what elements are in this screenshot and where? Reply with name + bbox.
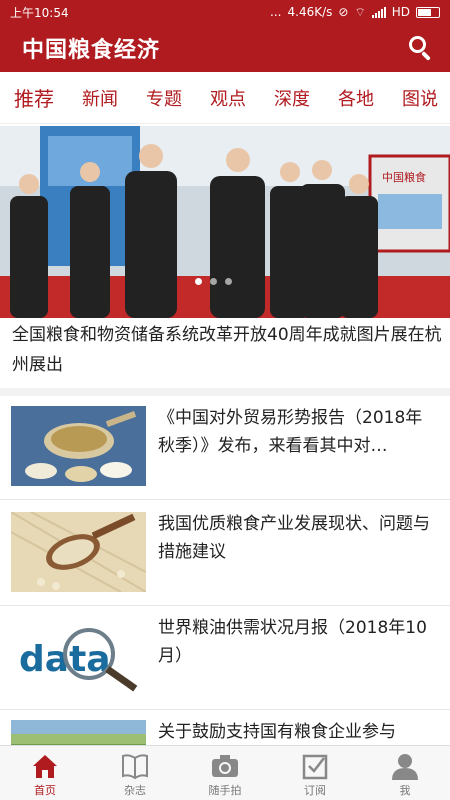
article-item[interactable]: 我国优质粮食产业发展现状、问题与措施建议 <box>0 502 450 606</box>
subscribe-icon <box>302 754 328 780</box>
search-icon[interactable] <box>406 34 434 62</box>
tab-recommend[interactable]: 推荐 <box>0 83 68 112</box>
article-thumbnail <box>11 406 146 486</box>
nav-magazine[interactable]: 杂志 <box>90 746 180 800</box>
nav-label: 杂志 <box>124 784 146 797</box>
article-item[interactable]: 《中国对外贸易形势报告（2018年秋季）》发布，来看看其中对… <box>0 396 450 500</box>
nav-home[interactable]: 首页 <box>0 746 90 800</box>
article-thumbnail: data <box>11 616 146 696</box>
hero-photo: 中国粮食 <box>0 126 450 318</box>
section-divider <box>0 388 450 396</box>
tab-regions[interactable]: 各地 <box>324 85 388 111</box>
status-dots: ... <box>270 5 282 19</box>
article-thumbnail <box>11 512 146 592</box>
home-icon <box>33 755 57 778</box>
nav-label: 随手拍 <box>208 784 242 797</box>
bottom-nav: 首页 杂志 随手拍 订阅 我 <box>0 745 450 800</box>
nav-subscribe[interactable]: 订阅 <box>270 746 360 800</box>
status-bar: 上午10:54 ... 4.46K/s ⊘ ⌔ HD <box>0 0 450 24</box>
magazine-icon <box>122 754 148 780</box>
tab-depth[interactable]: 深度 <box>260 85 324 111</box>
article-title: 我国优质粮食产业发展现状、问题与措施建议 <box>158 514 430 562</box>
mute-icon: ⊘ <box>338 5 349 19</box>
article-title: 世界粮油供需状况月报（2018年10月） <box>158 618 427 666</box>
app-header: 中国粮食经济 <box>0 24 450 72</box>
nav-label: 我 <box>399 784 411 797</box>
article-title: 关于鼓励支持国有粮食企业参与 <box>158 722 396 742</box>
article-item[interactable]: data 世界粮油供需状况月报（2018年10月） <box>0 606 450 710</box>
status-indicators: ... 4.46K/s ⊘ ⌔ HD <box>270 5 440 20</box>
nav-label: 订阅 <box>304 784 326 797</box>
user-icon <box>392 754 418 780</box>
nav-me[interactable]: 我 <box>360 746 450 800</box>
poster-text: 中国粮食 <box>382 170 426 184</box>
hero-carousel[interactable]: 中国粮食 <box>0 126 450 318</box>
tab-pictures[interactable]: 图说 <box>388 85 450 111</box>
carousel-dot[interactable] <box>225 278 232 285</box>
tab-opinion[interactable]: 观点 <box>196 85 260 111</box>
hero-caption[interactable]: 全国粮食和物资储备系统改革开放40周年成就图片展在杭州展出 <box>12 320 442 380</box>
carousel-dot[interactable] <box>210 278 217 285</box>
wifi-icon: ⌔ <box>354 4 366 19</box>
network-type: HD <box>391 5 410 19</box>
carousel-dot-active[interactable] <box>195 278 202 285</box>
tab-topics[interactable]: 专题 <box>132 85 196 111</box>
nav-camera[interactable]: 随手拍 <box>180 746 270 800</box>
app-title: 中国粮食经济 <box>22 38 161 63</box>
network-speed: 4.46K/s <box>287 5 333 19</box>
carousel-dots <box>195 278 232 285</box>
tab-news[interactable]: 新闻 <box>68 85 132 111</box>
category-tabs: 推荐 新闻 专题 观点 深度 各地 图说 <box>0 72 450 124</box>
battery-icon <box>416 6 440 18</box>
nav-label: 首页 <box>34 784 56 797</box>
signal-icon <box>371 6 386 18</box>
article-title: 《中国对外贸易形势报告（2018年秋季）》发布，来看看其中对… <box>158 408 423 456</box>
status-time: 上午10:54 <box>10 5 69 20</box>
camera-icon <box>212 755 238 777</box>
